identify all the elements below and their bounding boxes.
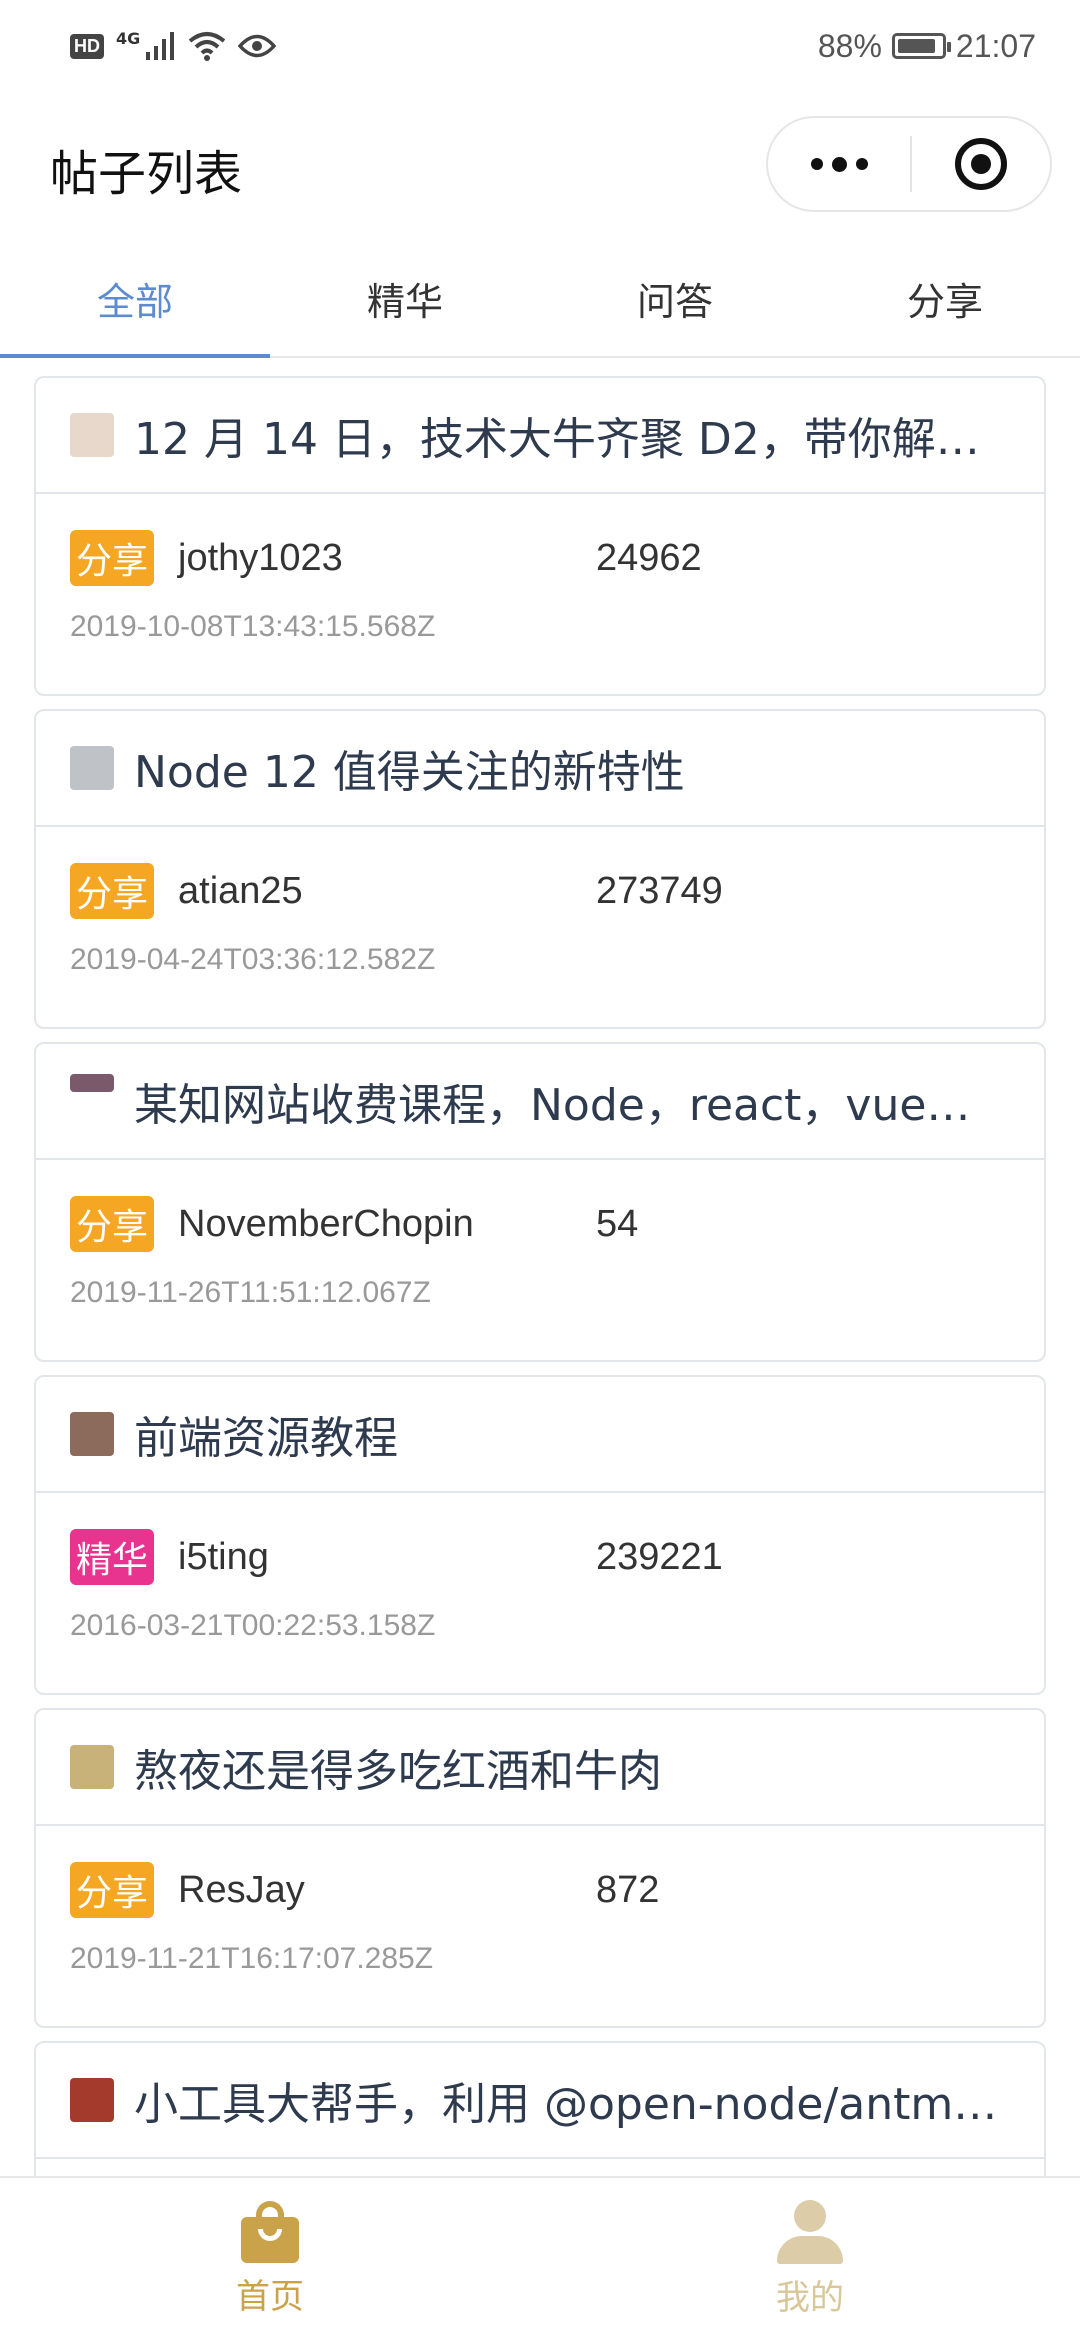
tab-share[interactable]: 分享	[810, 240, 1080, 356]
nav-mine-label: 我的	[776, 2277, 844, 2318]
page-title: 帖子列表	[50, 146, 243, 202]
miniprogram-capsule	[766, 116, 1052, 212]
avatar	[70, 2078, 114, 2122]
post-title: 某知网站收费课程，Node，react，vue…	[134, 1080, 971, 1131]
category-tabs: 全部 精华 问答 分享	[0, 240, 1080, 358]
signal-icon	[146, 32, 175, 60]
view-count: 54	[596, 1202, 639, 1245]
avatar	[70, 413, 114, 457]
post-card[interactable]: 熬夜还是得多吃红酒和牛肉 分享 ResJay 872 2019-11-21T16…	[34, 1708, 1046, 2028]
post-header: 某知网站收费课程，Node，react，vue…	[36, 1044, 1044, 1160]
post-title: Node 12 值得关注的新特性	[134, 747, 685, 798]
post-header: 前端资源教程	[36, 1377, 1044, 1493]
more-dots-icon	[831, 156, 847, 172]
post-card[interactable]: 小工具大帮手，利用 @open-node/antm…	[34, 2041, 1046, 2176]
post-author: NovemberChopin	[178, 1202, 474, 1245]
post-card[interactable]: 前端资源教程 精华 i5ting 239221 2016-03-21T00:22…	[34, 1375, 1046, 1695]
hd-icon: HD	[70, 33, 104, 59]
post-title: 小工具大帮手，利用 @open-node/antm…	[134, 2079, 998, 2130]
more-dots-icon	[855, 158, 868, 170]
nav-home-label: 首页	[236, 2276, 304, 2317]
tag-badge: 分享	[70, 863, 155, 919]
nav-header: 帖子列表	[0, 112, 1080, 216]
tab-all[interactable]: 全部	[0, 240, 270, 358]
close-button[interactable]	[912, 138, 1050, 190]
tag-badge: 分享	[70, 1862, 155, 1918]
status-right: 88% 21:07	[818, 28, 1036, 65]
bottom-tab-bar: 首页 我的	[0, 2176, 1080, 2340]
post-title: 前端资源教程	[134, 1413, 398, 1464]
post-list: 12 月 14 日，技术大牛齐聚 D2，带你解锁… 分享 jothy1023 2…	[34, 376, 1046, 2176]
post-card[interactable]: 12 月 14 日，技术大牛齐聚 D2，带你解锁… 分享 jothy1023 2…	[34, 376, 1046, 696]
shopping-bag-icon	[241, 2200, 299, 2263]
more-dots-icon	[810, 158, 823, 170]
post-header: 熬夜还是得多吃红酒和牛肉	[36, 1710, 1044, 1826]
post-header: Node 12 值得关注的新特性	[36, 711, 1044, 827]
battery-fill	[897, 39, 935, 53]
view-count: 239221	[596, 1535, 723, 1578]
post-date: 2019-04-24T03:36:12.582Z	[70, 943, 436, 976]
view-count: 24962	[596, 536, 702, 579]
avatar	[70, 1412, 114, 1456]
post-title: 12 月 14 日，技术大牛齐聚 D2，带你解锁…	[134, 414, 1010, 465]
eye-icon	[238, 34, 277, 58]
user-icon	[777, 2199, 843, 2264]
post-author: i5ting	[178, 1535, 269, 1578]
tag-badge: 精华	[70, 1529, 155, 1585]
post-card[interactable]: Node 12 值得关注的新特性 分享 atian25 273749 2019-…	[34, 709, 1046, 1029]
view-count: 872	[596, 1868, 660, 1911]
status-left: HD 4G	[70, 28, 277, 61]
post-date: 2019-10-08T13:43:15.568Z	[70, 610, 436, 643]
clock: 21:07	[955, 27, 1036, 64]
post-date: 2019-11-26T11:51:12.067Z	[70, 1276, 431, 1309]
tag-badge: 分享	[70, 530, 155, 586]
tab-good[interactable]: 精华	[270, 240, 540, 356]
post-header: 12 月 14 日，技术大牛齐聚 D2，带你解锁…	[36, 378, 1044, 494]
tag-badge: 分享	[70, 1196, 155, 1252]
tab-ask[interactable]: 问答	[540, 240, 810, 356]
post-date: 2016-03-21T00:22:53.158Z	[70, 1609, 436, 1642]
battery-percent: 88%	[817, 27, 882, 64]
avatar	[70, 746, 114, 790]
avatar	[70, 1745, 114, 1789]
network-type: 4G	[116, 28, 141, 48]
post-card[interactable]: 某知网站收费课程，Node，react，vue… 分享 NovemberChop…	[34, 1042, 1046, 1362]
status-bar: HD 4G 88% 21:07	[0, 0, 1080, 92]
nav-home[interactable]: 首页	[0, 2178, 540, 2340]
target-icon	[955, 138, 1007, 190]
post-author: ResJay	[178, 1868, 305, 1911]
wifi-icon	[188, 32, 226, 61]
battery-icon	[891, 33, 951, 59]
avatar	[70, 1074, 114, 1092]
more-button[interactable]	[768, 118, 910, 210]
post-date: 2019-11-21T16:17:07.285Z	[70, 1942, 434, 1975]
post-author: atian25	[178, 869, 303, 912]
view-count: 273749	[596, 869, 723, 912]
nav-mine[interactable]: 我的	[540, 2178, 1080, 2340]
post-author: jothy1023	[178, 536, 343, 579]
post-title: 熬夜还是得多吃红酒和牛肉	[134, 1746, 662, 1797]
post-header: 小工具大帮手，利用 @open-node/antm…	[36, 2043, 1044, 2159]
